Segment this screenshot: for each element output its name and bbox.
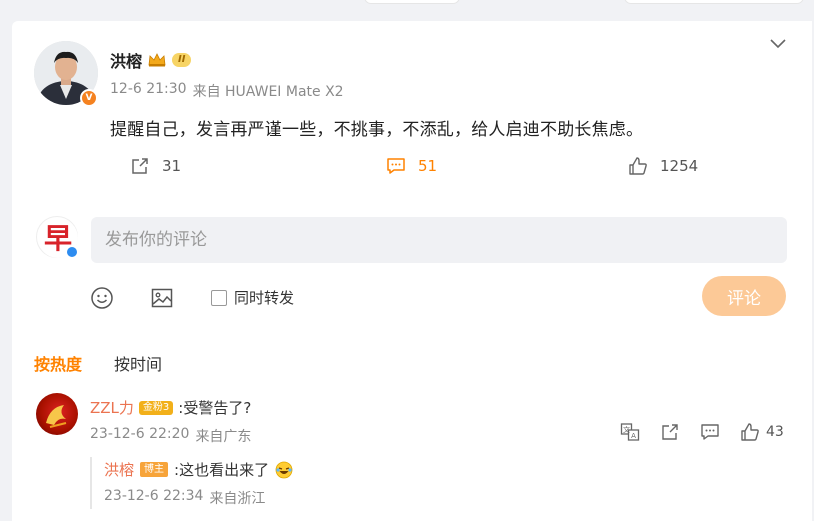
reply-time: 23-12-6 22:34 bbox=[104, 488, 204, 504]
commenter-avatar[interactable] bbox=[36, 393, 78, 435]
like-count: 1254 bbox=[660, 157, 699, 175]
previous-pill-left bbox=[364, 0, 460, 4]
crown-icon bbox=[148, 53, 166, 67]
comment-actions: 文 A 43 bbox=[620, 422, 784, 442]
verified-orange-badge-icon: V bbox=[80, 89, 98, 107]
post-source: 来自 HUAWEI Mate X2 bbox=[192, 84, 344, 100]
comment-action-button[interactable]: 51 bbox=[386, 156, 437, 176]
chevron-down-icon[interactable] bbox=[770, 39, 786, 49]
post-actions: 31 51 1254 bbox=[12, 156, 812, 180]
sort-tabs: 按热度 按时间 bbox=[34, 351, 162, 375]
translate-icon: 文 A bbox=[620, 423, 640, 441]
translate-button[interactable]: 文 A bbox=[620, 422, 640, 442]
op-badge: 博主 bbox=[140, 462, 169, 477]
comment-share-button[interactable] bbox=[660, 422, 680, 442]
post-meta: 12-6 21:30 来自 HUAWEI Mate X2 bbox=[110, 81, 344, 101]
repost-button[interactable]: 31 bbox=[130, 156, 181, 176]
thumbs-up-icon bbox=[741, 423, 759, 441]
thumbs-up-icon bbox=[629, 157, 647, 175]
submit-comment-button[interactable]: 评论 bbox=[702, 276, 786, 316]
image-icon[interactable] bbox=[150, 286, 174, 310]
comment-like-count: 43 bbox=[766, 424, 784, 440]
svg-text:文: 文 bbox=[623, 425, 630, 434]
comment-header: ZZL力 金粉3 :受警告了? bbox=[90, 397, 251, 418]
comment-reply-button[interactable] bbox=[700, 422, 720, 442]
comment-like-button[interactable]: 43 bbox=[740, 422, 784, 442]
comment-meta: 23-12-6 22:20 来自广东 bbox=[90, 426, 251, 446]
commenter-name[interactable]: ZZL力 bbox=[90, 397, 134, 418]
level-badge: II bbox=[172, 53, 192, 67]
repost-checkbox-row[interactable]: 同时转发 bbox=[211, 287, 294, 308]
repost-checkbox-label: 同时转发 bbox=[234, 289, 295, 307]
fan-badge: 金粉3 bbox=[138, 400, 174, 415]
reply-location: 来自浙江 bbox=[209, 491, 266, 507]
composer-tools: 同时转发 bbox=[12, 283, 812, 313]
comment-count: 51 bbox=[418, 157, 438, 175]
my-avatar[interactable]: 早 bbox=[36, 216, 79, 259]
post-time[interactable]: 12-6 21:30 bbox=[110, 81, 187, 101]
previous-pill-right bbox=[624, 0, 804, 4]
comment-location: 来自广东 bbox=[195, 429, 252, 445]
comment-time: 23-12-6 22:20 bbox=[90, 426, 190, 442]
previous-card-edge bbox=[0, 0, 814, 12]
repost-icon bbox=[132, 158, 148, 174]
post-card: V 洪榕 II 12-6 21:30 来自 HUAWEI Mate X2 提醒自… bbox=[12, 21, 812, 521]
repost-checkbox[interactable] bbox=[211, 289, 227, 306]
tab-by-time[interactable]: 按时间 bbox=[114, 351, 162, 375]
tab-by-popularity[interactable]: 按热度 bbox=[34, 351, 82, 375]
reply-meta: 23-12-6 22:34 来自浙江 bbox=[104, 488, 265, 508]
reply-user-name[interactable]: 洪榕 bbox=[104, 459, 134, 480]
post-text: 提醒自己，发言再严谨一些，不挑事，不添乱，给人启迪不助长焦虑。 bbox=[110, 120, 644, 140]
comment-reply: 洪榕 博主 :这也看出来了 23-12-6 22:34 来自浙江 bbox=[90, 457, 790, 509]
reply-icon bbox=[701, 424, 719, 440]
laughing-emoji-icon bbox=[275, 461, 293, 478]
share-icon bbox=[662, 424, 678, 440]
comment-input[interactable] bbox=[91, 217, 787, 263]
comment-text: :受警告了? bbox=[178, 399, 252, 417]
reply-header: 洪榕 博主 :这也看出来了 bbox=[104, 459, 293, 480]
verified-blue-badge-icon bbox=[65, 245, 79, 259]
repost-count: 31 bbox=[162, 157, 182, 175]
author-row: 洪榕 II bbox=[110, 48, 192, 72]
comment-icon bbox=[387, 158, 405, 174]
emoji-icon[interactable] bbox=[90, 286, 114, 310]
reply-text: :这也看出来了 bbox=[174, 461, 270, 479]
svg-text:A: A bbox=[631, 432, 636, 440]
like-button[interactable]: 1254 bbox=[628, 156, 698, 176]
author-name[interactable]: 洪榕 bbox=[110, 48, 142, 72]
